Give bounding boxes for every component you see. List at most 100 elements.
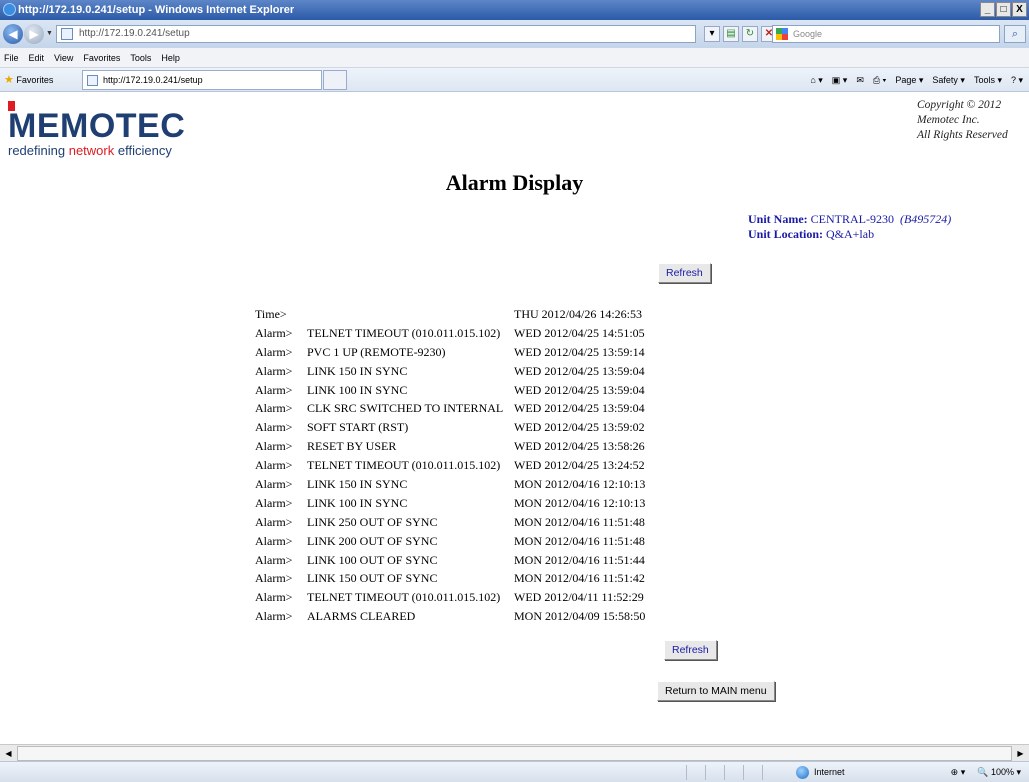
alarm-timestamp: WED 2012/04/25 13:59:04 [514,363,645,378]
home-icon[interactable]: ⌂ ▾ [810,73,822,87]
unit-info: Unit Name: CENTRAL-9230 (B495724) Unit Lo… [748,212,951,242]
alarm-timestamp: MON 2012/04/16 11:51:48 [514,514,645,529]
new-tab-button[interactable] [323,70,347,90]
forward-arrow-icon[interactable]: ▶ [24,24,44,44]
return-main-button[interactable]: Return to MAIN menu [657,681,775,701]
alarm-timestamp: MON 2012/04/16 12:10:13 [514,477,646,492]
scroll-right-icon[interactable]: ▶ [1013,746,1028,761]
alarm-event: LINK 150 IN SYNC [307,477,408,492]
page-icon [61,28,73,40]
google-icon [776,28,788,40]
alarm-label: Alarm> [255,590,293,605]
menu-view[interactable]: View [54,53,73,63]
alarm-timestamp: WED 2012/04/25 13:59:04 [514,382,645,397]
alarm-timestamp: WED 2012/04/25 14:51:05 [514,325,645,340]
protected-mode-icon[interactable]: ⊕ ▾ [951,765,966,780]
feeds-icon[interactable]: ▣ ▾ [832,73,848,87]
tab-setup[interactable]: http://172.19.0.241/setup [82,70,322,90]
alarm-timestamp: WED 2012/04/25 13:59:04 [514,401,645,416]
alarm-event: TELNET TIMEOUT (010.011.015.102) [307,325,501,340]
alarm-event: PVC 1 UP (REMOTE-9230) [307,344,446,359]
address-input[interactable]: http://172.19.0.241/setup [56,25,696,43]
unit-name-label: Unit Name: [748,212,808,226]
horizontal-scrollbar[interactable]: ◀ ▶ [0,744,1029,761]
print-icon[interactable]: ⎙ ▾ [873,73,886,87]
current-time: THU 2012/04/26 14:26:53 [514,307,642,321]
alarm-label: Alarm> [255,325,293,340]
address-url: http://172.19.0.241/setup [79,28,190,39]
alarm-label: Alarm> [255,495,293,510]
address-dropdown-icon[interactable]: ▾ [704,26,720,42]
refresh-icon[interactable]: ↻ [742,26,758,42]
favorites-button[interactable]: ★ Favorites [4,73,53,87]
recent-pages-dropdown[interactable]: ▼ [46,30,53,37]
mail-icon[interactable]: ✉ [856,73,864,87]
favorites-bar: ★ Favorites http://172.19.0.241/setup ⌂ … [0,68,1029,92]
alarm-event: LINK 150 IN SYNC [307,363,408,378]
help-icon[interactable]: ? ▾ [1011,73,1023,87]
alarm-event: LINK 150 OUT OF SYNC [307,571,438,586]
status-cell [686,765,704,780]
status-bar: Internet ⊕ ▾ 🔍 100% ▾ [0,761,1029,782]
alarm-label: Alarm> [255,477,293,492]
back-arrow-icon[interactable]: ◀ [3,24,23,44]
scroll-thumb[interactable] [17,746,1012,761]
star-icon: ★ [4,74,14,86]
search-placeholder: Google [793,29,823,39]
tools-menu[interactable]: Tools ▾ [974,73,1002,87]
alarm-label: Alarm> [255,458,293,473]
alarm-event: TELNET TIMEOUT (010.011.015.102) [307,590,501,605]
minimize-button[interactable]: _ [980,2,995,17]
alarm-timestamp: MON 2012/04/16 11:51:44 [514,552,645,567]
favorites-label: Favorites [16,75,54,85]
menu-favorites[interactable]: Favorites [83,53,120,63]
alarm-event: LINK 100 OUT OF SYNC [307,552,438,567]
safety-menu[interactable]: Safety ▾ [932,73,965,87]
unit-name-value: CENTRAL-9230 [810,212,894,226]
alarm-label: Alarm> [255,401,293,416]
security-zone[interactable]: Internet [796,765,845,780]
scroll-left-icon[interactable]: ◀ [1,746,16,761]
menu-help[interactable]: Help [161,53,180,63]
compatibility-icon[interactable]: ▤ [723,26,739,42]
maximize-button[interactable]: □ [996,2,1011,17]
menu-edit[interactable]: Edit [29,53,45,63]
page-menu[interactable]: Page ▾ [895,73,923,87]
alarm-event: LINK 100 IN SYNC [307,495,408,510]
page-icon [87,75,98,86]
alarm-timestamp: MON 2012/04/16 11:51:42 [514,571,645,586]
alarm-label: Alarm> [255,609,293,624]
refresh-button[interactable]: Refresh [658,263,711,283]
alarm-event: LINK 200 OUT OF SYNC [307,533,438,548]
menu-tools[interactable]: Tools [130,53,151,63]
search-input[interactable]: Google [772,25,1000,43]
page-content: MEMOTEC redefining network efficiency Co… [0,92,1029,744]
page-title: Alarm Display [445,170,584,195]
window-title: http://172.19.0.241/setup - Windows Inte… [18,4,295,16]
tab-title: http://172.19.0.241/setup [103,75,203,85]
alarm-timestamp: WED 2012/04/11 11:52:29 [514,590,644,605]
alarm-label: Alarm> [255,420,293,435]
zoom-level[interactable]: 🔍 100% ▾ [977,765,1021,780]
unit-serial: (B495724) [899,212,952,226]
menu-file[interactable]: File [4,53,19,63]
search-icon[interactable]: ⌕ [1004,25,1026,43]
logo-name: MEMOTEC [8,107,186,145]
alarm-label: Alarm> [255,363,293,378]
window-titlebar: http://172.19.0.241/setup - Windows Inte… [0,0,1029,20]
ie-app-icon [3,3,16,16]
alarm-label: Alarm> [255,514,293,529]
alarm-timestamp: MON 2012/04/16 12:10:13 [514,495,646,510]
menu-bar: File Edit View Favorites Tools Help [0,48,1029,68]
refresh-bottom-button[interactable]: Refresh [664,640,717,660]
address-toolbar: ◀ ▶ ▼ http://172.19.0.241/setup ▾ ▤ ↻ ✕ … [0,20,1029,48]
alarm-label: Alarm> [255,552,293,567]
close-button[interactable]: X [1012,2,1027,17]
alarm-timestamp: WED 2012/04/25 13:59:14 [514,344,645,359]
zone-label: Internet [814,767,845,777]
alarm-event: CLK SRC SWITCHED TO INTERNAL [307,401,504,416]
alarm-event: SOFT START (RST) [307,420,409,435]
alarm-label: Alarm> [255,533,293,548]
copyright-notice: Copyright © 2012 Memotec Inc. All Rights… [917,99,1008,141]
logo-tagline: redefining network efficiency [8,143,172,158]
